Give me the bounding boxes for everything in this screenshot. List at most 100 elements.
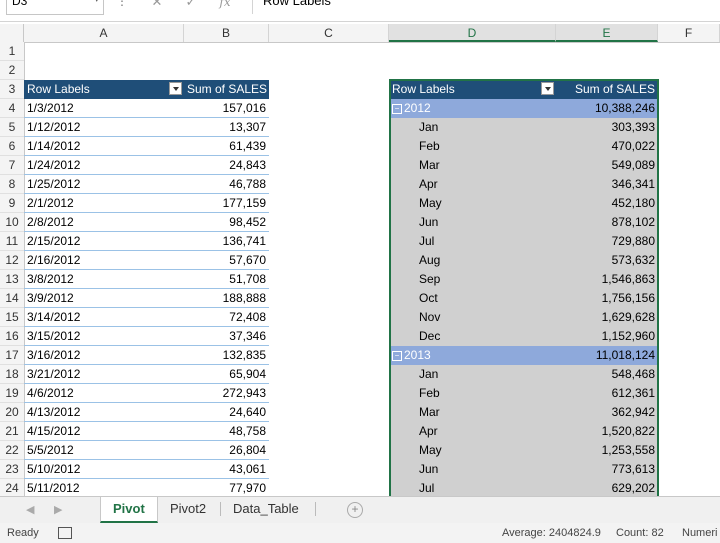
pivot2-sales-cell[interactable]: 629,202 — [556, 479, 658, 496]
pivot2-month-cell[interactable]: Nov — [389, 308, 556, 327]
pivot2-month-cell[interactable]: Apr — [389, 422, 556, 441]
pivot2-month-cell[interactable]: Apr — [389, 175, 556, 194]
pivot2-month-cell[interactable]: Feb — [389, 137, 556, 156]
macro-record-icon[interactable] — [58, 527, 72, 539]
pivot1-date-cell[interactable]: 1/25/2012 — [24, 175, 184, 194]
row-header[interactable]: 8 — [0, 175, 24, 194]
pivot1-sales-cell[interactable]: 136,741 — [184, 232, 269, 251]
filter-dropdown-icon[interactable] — [541, 82, 554, 95]
pivot1-date-cell[interactable]: 3/8/2012 — [24, 270, 184, 289]
pivot1-sales-cell[interactable]: 72,408 — [184, 308, 269, 327]
insert-function-icon[interactable]: fx — [208, 0, 242, 9]
pivot1-date-cell[interactable]: 1/3/2012 — [24, 99, 184, 118]
pivot1-date-cell[interactable]: 4/13/2012 — [24, 403, 184, 422]
row-header[interactable]: 17 — [0, 346, 24, 365]
row-header[interactable]: 16 — [0, 327, 24, 346]
pivot2-sales-cell[interactable]: 878,102 — [556, 213, 658, 232]
pivot1-date-cell[interactable]: 4/15/2012 — [24, 422, 184, 441]
pivot1-sales-cell[interactable]: 51,708 — [184, 270, 269, 289]
pivot2-month-cell[interactable]: Mar — [389, 403, 556, 422]
tab-pivot[interactable]: Pivot — [100, 497, 158, 523]
scroll-left-icon[interactable]: ◀ — [26, 503, 34, 516]
pivot1-date-cell[interactable]: 3/14/2012 — [24, 308, 184, 327]
pivot2-month-cell[interactable]: May — [389, 194, 556, 213]
pivot2-sales-cell[interactable]: 1,629,628 — [556, 308, 658, 327]
pivot1-date-cell[interactable]: 3/21/2012 — [24, 365, 184, 384]
pivot1-date-cell[interactable]: 3/15/2012 — [24, 327, 184, 346]
pivot1-sales-cell[interactable]: 43,061 — [184, 460, 269, 479]
pivot2-sales-cell[interactable]: 452,180 — [556, 194, 658, 213]
row-header[interactable]: 22 — [0, 441, 24, 460]
pivot2-month-cell[interactable]: Jan — [389, 118, 556, 137]
pivot1-sales-cell[interactable]: 26,804 — [184, 441, 269, 460]
tab-data-table[interactable]: Data_Table — [221, 497, 311, 521]
pivot2-sales-cell[interactable]: 346,341 — [556, 175, 658, 194]
pivot1-date-cell[interactable]: 2/15/2012 — [24, 232, 184, 251]
row-header[interactable]: 12 — [0, 251, 24, 270]
row-header[interactable]: 6 — [0, 137, 24, 156]
pivot1-sales-cell[interactable]: 24,640 — [184, 403, 269, 422]
pivot2-month-cell[interactable]: Jun — [389, 213, 556, 232]
row-header[interactable]: 20 — [0, 403, 24, 422]
row-header[interactable]: 19 — [0, 384, 24, 403]
pivot2-month-cell[interactable]: Mar — [389, 156, 556, 175]
pivot2-sales-cell[interactable]: 1,756,156 — [556, 289, 658, 308]
row-header[interactable]: 3 — [0, 80, 24, 99]
row-header[interactable]: 1 — [0, 42, 24, 61]
row-header[interactable]: 2 — [0, 61, 24, 80]
pivot1-date-cell[interactable]: 2/16/2012 — [24, 251, 184, 270]
pivot1-sales-cell[interactable]: 24,843 — [184, 156, 269, 175]
row-header[interactable]: 14 — [0, 289, 24, 308]
pivot1-sales-cell[interactable]: 48,758 — [184, 422, 269, 441]
pivot1-date-cell[interactable]: 5/10/2012 — [24, 460, 184, 479]
collapse-icon[interactable]: − — [392, 104, 402, 114]
column-header-c[interactable]: C — [269, 24, 389, 42]
chevron-down-icon[interactable]: ▾ — [94, 0, 99, 6]
column-header-b[interactable]: B — [184, 24, 269, 42]
pivot1-sales-cell[interactable]: 272,943 — [184, 384, 269, 403]
pivot1-date-cell[interactable]: 1/24/2012 — [24, 156, 184, 175]
pivot1-sales-cell[interactable]: 157,016 — [184, 99, 269, 118]
cancel-icon[interactable]: ✕ — [140, 0, 174, 10]
row-header[interactable]: 15 — [0, 308, 24, 327]
pivot2-month-cell[interactable]: Feb — [389, 384, 556, 403]
pivot1-date-cell[interactable]: 3/9/2012 — [24, 289, 184, 308]
pivot1-date-cell[interactable]: 1/12/2012 — [24, 118, 184, 137]
row-header[interactable]: 5 — [0, 118, 24, 137]
pivot2-year-total[interactable]: 11,018,124 — [556, 346, 658, 365]
pivot1-date-cell[interactable]: 5/11/2012 — [24, 479, 184, 496]
pivot2-month-cell[interactable]: Aug — [389, 251, 556, 270]
collapse-icon[interactable]: − — [392, 351, 402, 361]
column-header-a[interactable]: A — [24, 24, 184, 42]
confirm-icon[interactable]: ✓ — [174, 0, 208, 10]
pivot1-sales-cell[interactable]: 46,788 — [184, 175, 269, 194]
pivot1-sum-header[interactable]: Sum of SALES — [184, 80, 269, 99]
more-icon[interactable]: ⋮ — [116, 0, 128, 8]
pivot2-row-labels-header[interactable]: Row Labels — [389, 80, 556, 99]
pivot2-sales-cell[interactable]: 612,361 — [556, 384, 658, 403]
name-box[interactable]: D3 ▾ — [6, 0, 104, 15]
pivot2-sales-cell[interactable]: 573,632 — [556, 251, 658, 270]
pivot2-month-cell[interactable]: May — [389, 441, 556, 460]
pivot2-month-cell[interactable]: Sep — [389, 270, 556, 289]
pivot2-sales-cell[interactable]: 362,942 — [556, 403, 658, 422]
pivot1-sales-cell[interactable]: 13,307 — [184, 118, 269, 137]
pivot2-month-cell[interactable]: Jan — [389, 365, 556, 384]
pivot2-month-cell[interactable]: Jul — [389, 232, 556, 251]
pivot1-sales-cell[interactable]: 57,670 — [184, 251, 269, 270]
pivot2-sales-cell[interactable]: 549,089 — [556, 156, 658, 175]
pivot1-date-cell[interactable]: 2/8/2012 — [24, 213, 184, 232]
column-header-d[interactable]: D — [389, 24, 556, 42]
tab-pivot2[interactable]: Pivot2 — [158, 497, 218, 521]
pivot2-year-total[interactable]: 10,388,246 — [556, 99, 658, 118]
select-all-corner[interactable] — [0, 24, 24, 42]
pivot1-row-labels-header[interactable]: Row Labels — [24, 80, 184, 99]
pivot2-year-cell[interactable]: −2013 — [389, 346, 556, 365]
pivot1-sales-cell[interactable]: 37,346 — [184, 327, 269, 346]
row-header[interactable]: 7 — [0, 156, 24, 175]
row-header[interactable]: 9 — [0, 194, 24, 213]
pivot2-sales-cell[interactable]: 470,022 — [556, 137, 658, 156]
pivot2-sales-cell[interactable]: 1,546,863 — [556, 270, 658, 289]
add-sheet-icon[interactable]: + — [347, 502, 363, 518]
column-header-f[interactable]: F — [658, 24, 720, 42]
